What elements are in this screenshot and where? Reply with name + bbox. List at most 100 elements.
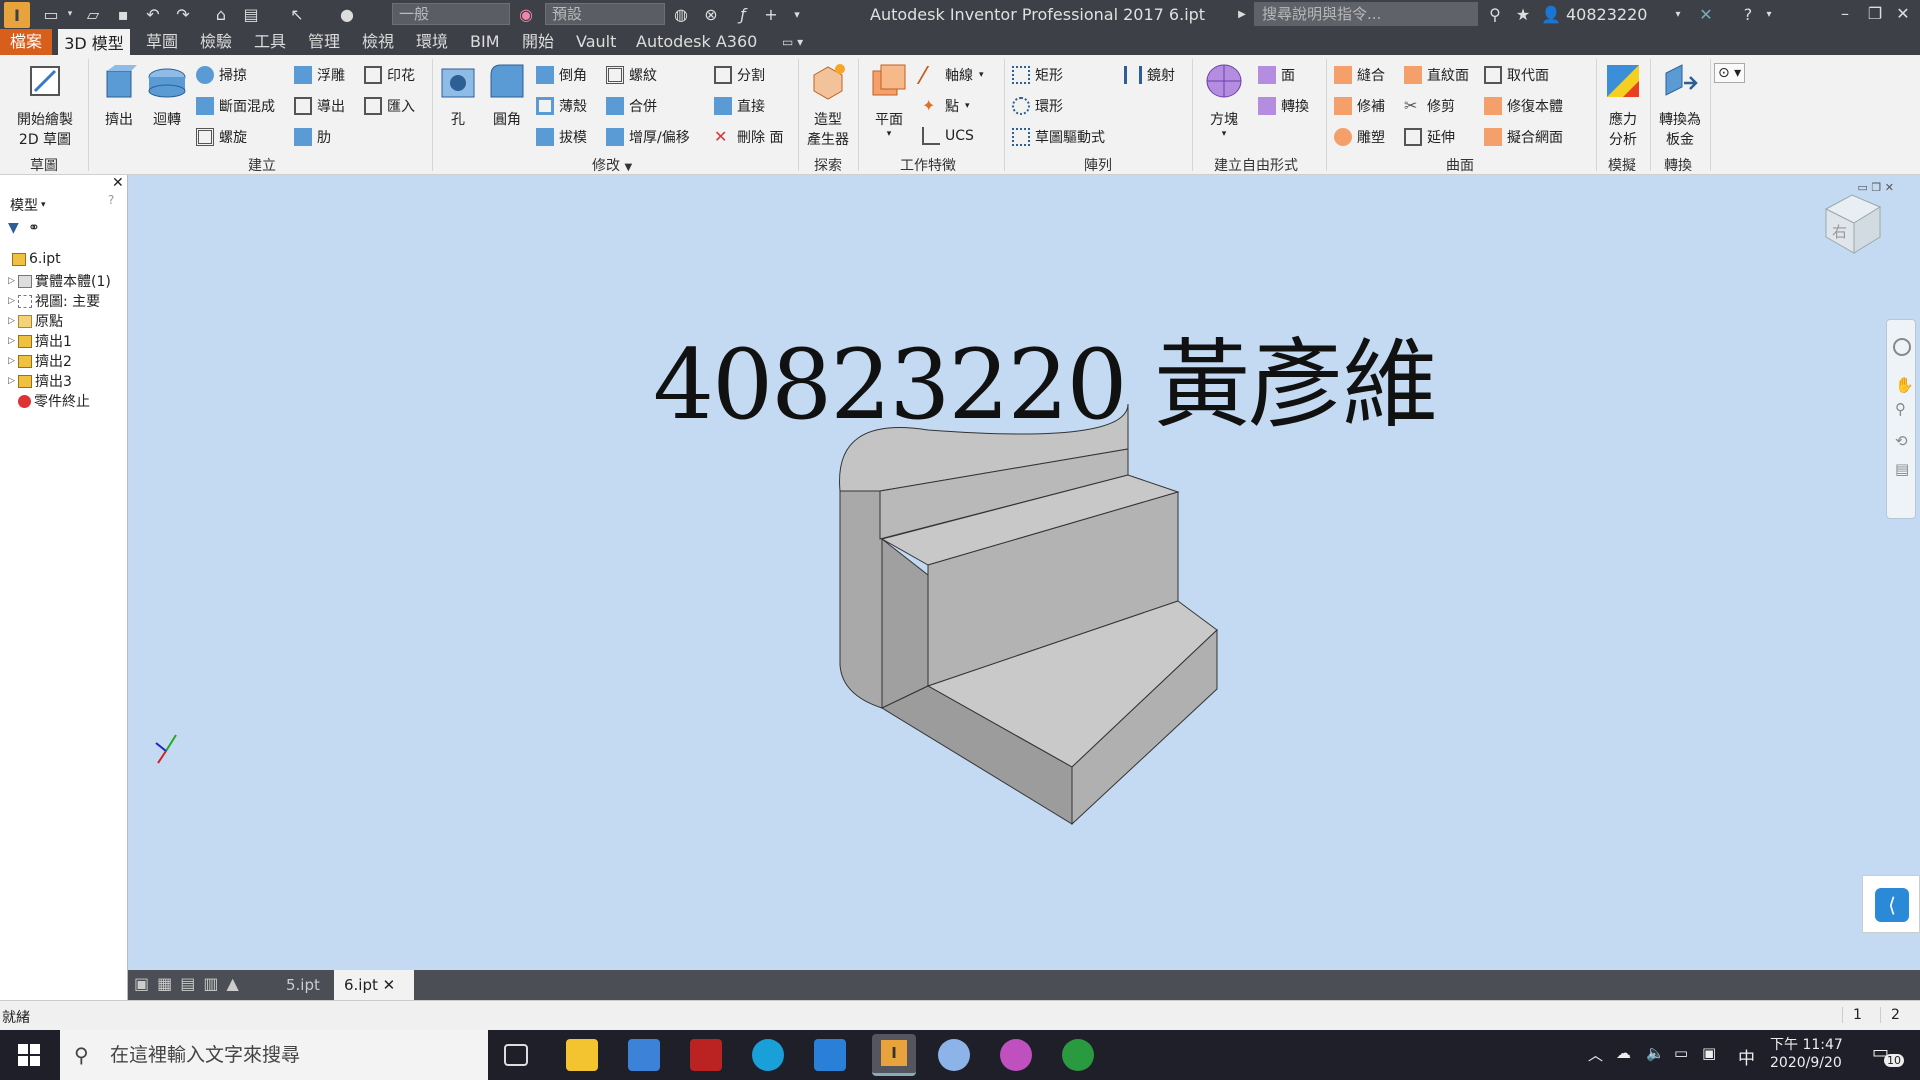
split-button[interactable]: 分割 xyxy=(714,65,765,85)
freeform-box-button[interactable]: 方塊 ▾ xyxy=(1200,61,1248,139)
chamfer-button[interactable]: 倒角 xyxy=(536,65,587,85)
appearance-select[interactable]: 一般 xyxy=(392,3,510,25)
redo-icon[interactable]: ↷ xyxy=(172,4,194,24)
tab-3d-model[interactable]: 3D 模型 xyxy=(58,29,130,55)
chrome-icon[interactable] xyxy=(1062,1039,1094,1071)
coil-button[interactable]: 螺旋 xyxy=(196,127,247,147)
sketch-driven-pattern-button[interactable]: 草圖驅動式 xyxy=(1012,127,1105,147)
network-icon[interactable]: ▣ xyxy=(1702,1044,1716,1062)
tab-view[interactable]: 檢視 xyxy=(362,29,394,55)
plus-icon[interactable]: + xyxy=(760,4,782,24)
browser-node-extrude1[interactable]: ▷ 擠出1 xyxy=(8,331,72,351)
browser-node-origin[interactable]: ▷ 原點 xyxy=(8,311,63,331)
combine-button[interactable]: 合併 xyxy=(606,96,657,116)
browser-node-extrude3[interactable]: ▷ 擠出3 xyxy=(8,371,72,391)
star-icon[interactable]: ★ xyxy=(1512,4,1534,24)
tab-layout-icons[interactable]: ▣▦▤▥▲ xyxy=(134,974,247,993)
browser-node-part[interactable]: 6.ipt xyxy=(12,251,61,267)
decal-button[interactable]: 印花 xyxy=(364,65,415,85)
user-name[interactable]: 40823220 xyxy=(1566,5,1647,24)
help-dropdown-icon[interactable]: ▾ xyxy=(1762,4,1776,24)
binoculars-icon[interactable]: ⚭ xyxy=(28,220,40,236)
search-expand-icon[interactable]: ▶ xyxy=(1234,4,1250,24)
select-icon[interactable]: ↖ xyxy=(286,4,308,24)
tab-manage[interactable]: 管理 xyxy=(308,29,340,55)
zoom-icon[interactable]: ⚲ xyxy=(1895,400,1906,418)
store-icon[interactable] xyxy=(628,1039,660,1071)
inventor-logo-icon[interactable]: I xyxy=(4,2,30,28)
emboss-button[interactable]: 浮雕 xyxy=(294,65,345,85)
panel-label-modify[interactable]: 修改 ▼ xyxy=(592,155,632,175)
clock-time[interactable]: 下午 11:47 xyxy=(1770,1034,1843,1054)
mail-icon[interactable] xyxy=(814,1039,846,1071)
file-explorer-icon[interactable] xyxy=(566,1039,598,1071)
extend-button[interactable]: 延伸 xyxy=(1404,127,1455,147)
undo-icon[interactable]: ↶ xyxy=(142,4,164,24)
replace-face-button[interactable]: 取代面 xyxy=(1484,65,1549,85)
close-browser-icon[interactable]: ✕ xyxy=(112,175,124,191)
browser-node-end-of-part[interactable]: 零件終止 xyxy=(18,391,90,411)
ruled-surface-button[interactable]: 直紋面 xyxy=(1404,65,1469,85)
battery-icon[interactable]: ▭ xyxy=(1674,1044,1688,1062)
browser-header[interactable]: 模型 ▾ xyxy=(10,195,46,215)
paint-icon[interactable] xyxy=(938,1039,970,1071)
close-tab-icon[interactable]: ✕ xyxy=(383,976,396,994)
tab-environments[interactable]: 環境 xyxy=(416,29,448,55)
import-button[interactable]: 匯入 xyxy=(364,96,415,116)
look-at-icon[interactable]: ▤ xyxy=(1895,460,1909,478)
tab-bim[interactable]: BIM xyxy=(470,29,500,55)
steering-wheel-icon[interactable] xyxy=(1893,338,1911,356)
clear-icon[interactable]: ⊗ xyxy=(700,4,722,24)
appearance-ball-icon[interactable]: ◉ xyxy=(516,4,536,24)
delete-face-button[interactable]: ✕ 刪除 面 xyxy=(714,127,783,147)
new-file-icon[interactable]: ▭ xyxy=(40,4,62,24)
convert-to-sheet-metal-button[interactable]: 轉換為 板金 xyxy=(1652,61,1708,149)
task-view-icon[interactable] xyxy=(504,1044,528,1066)
start-2d-sketch-button[interactable]: 開始繪製 2D 草圖 xyxy=(10,61,80,149)
volume-icon[interactable]: 🔈 xyxy=(1646,1044,1665,1062)
edge-icon[interactable] xyxy=(752,1039,784,1071)
tray-chevron-icon[interactable]: ︿ xyxy=(1588,1044,1603,1065)
fx-icon[interactable]: ƒ xyxy=(732,4,754,24)
open-icon[interactable]: ▱ xyxy=(82,4,104,24)
exchange-icon[interactable]: ✕ xyxy=(1694,4,1718,24)
ucs-button[interactable]: UCS xyxy=(922,127,974,145)
browser-node-extrude2[interactable]: ▷ 擠出2 xyxy=(8,351,72,371)
color-icon[interactable]: ● xyxy=(336,4,358,24)
graphics-viewport[interactable]: 40823220 黃彥維 右 ✋ ⚲ ⟲ ▤ ⟨ ▭ ❐ ✕ xyxy=(128,175,1920,970)
mirror-button[interactable]: 鏡射 xyxy=(1124,65,1175,85)
thread-button[interactable]: 螺紋 xyxy=(606,65,657,85)
adjust-icon[interactable]: ◍ xyxy=(670,4,692,24)
tab-tools[interactable]: 工具 xyxy=(254,29,286,55)
media-app-icon[interactable] xyxy=(1000,1039,1032,1071)
part-model[interactable] xyxy=(128,175,1920,970)
tab-a360[interactable]: Autodesk A360 xyxy=(636,29,757,55)
browser-node-solid-bodies[interactable]: ▷ 實體本體(1) xyxy=(8,271,111,291)
doc-tab-6[interactable]: 6.ipt ✕ xyxy=(334,970,414,1000)
sculpt-button[interactable]: 雕塑 xyxy=(1334,127,1385,147)
rib-button[interactable]: 肋 xyxy=(294,127,331,147)
viewport-window-controls[interactable]: ▭ ❐ ✕ xyxy=(1858,181,1894,194)
windows-start-icon[interactable] xyxy=(18,1044,40,1066)
revolve-button[interactable]: 迴轉 xyxy=(144,61,190,129)
new-dropdown-icon[interactable]: ▾ xyxy=(64,4,76,24)
tab-sketch[interactable]: 草圖 xyxy=(146,29,178,55)
help-search-input[interactable]: 搜尋說明與指令... xyxy=(1254,2,1478,26)
inventor-taskbar-icon[interactable]: I xyxy=(872,1034,916,1076)
restore-button[interactable]: ❐ xyxy=(1860,3,1890,25)
sweep-button[interactable]: 掃掠 xyxy=(196,65,247,85)
thicken-button[interactable]: 增厚/偏移 xyxy=(606,127,690,147)
tab-file[interactable]: 檔案 xyxy=(0,29,52,55)
extrude-button[interactable]: 擠出 xyxy=(96,61,142,129)
minimize-button[interactable]: – xyxy=(1830,3,1860,25)
view-cube[interactable]: 右 xyxy=(1818,187,1888,257)
plane-button[interactable]: 平面 ▾ xyxy=(864,61,914,139)
tab-options-icon[interactable]: ▭ ▾ xyxy=(782,29,803,55)
orbit-icon[interactable]: ⟲ xyxy=(1895,432,1908,450)
onedrive-icon[interactable]: ☁ xyxy=(1616,1044,1631,1062)
stitch-button[interactable]: 縫合 xyxy=(1334,65,1385,85)
hole-button[interactable]: 孔 xyxy=(436,61,480,129)
circular-pattern-button[interactable]: 環形 xyxy=(1012,96,1063,116)
game-app-icon[interactable] xyxy=(690,1039,722,1071)
tab-inspect[interactable]: 檢驗 xyxy=(200,29,232,55)
